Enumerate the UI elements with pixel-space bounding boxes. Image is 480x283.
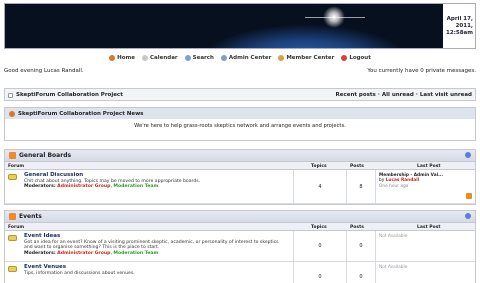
nav-admin-center[interactable]: Admin Center bbox=[220, 53, 272, 63]
forum-row: General Discussion Chit chat about anyth… bbox=[5, 170, 475, 204]
nav-label: Admin Center bbox=[228, 55, 272, 61]
board-link-icon bbox=[8, 92, 13, 98]
forum-last-post: Not Available bbox=[375, 262, 475, 283]
private-messages-link[interactable]: You currently have 0 private messages. bbox=[367, 68, 476, 74]
logout-icon bbox=[341, 55, 348, 61]
time-line: 12:58am bbox=[446, 30, 473, 36]
nav-member-center[interactable]: Member Center bbox=[278, 53, 334, 63]
category-general-boards: General Boards Forum Topics Posts Last P… bbox=[4, 149, 476, 205]
forum-description: Got an idea for an event? Know of a visi… bbox=[24, 239, 279, 251]
category-info-icon[interactable] bbox=[465, 152, 471, 158]
forum-read-icon bbox=[8, 266, 17, 272]
category-info-icon[interactable] bbox=[465, 213, 471, 219]
moderator-team-link[interactable]: Moderation Team bbox=[113, 184, 158, 189]
col-forum: Forum bbox=[8, 225, 25, 230]
moderator-team-link[interactable]: Moderation Team bbox=[113, 251, 158, 256]
nav-label: Member Center bbox=[286, 55, 335, 61]
moderators-label: Moderators: bbox=[24, 250, 56, 256]
forum-last-post: Not Available bbox=[375, 231, 475, 261]
forum-moderators: Moderators: Administrator Group, Moderat… bbox=[24, 251, 284, 257]
category-rss-icon[interactable] bbox=[9, 152, 16, 159]
header-date: April 17, 2011, 12:58am bbox=[439, 16, 473, 37]
forum-row: Event Venues Tips, information and discu… bbox=[5, 262, 475, 283]
moderator-admin-group-link[interactable]: Administrator Group bbox=[57, 184, 110, 189]
news-title: SkeptiForum Collaboration Project News bbox=[18, 110, 144, 117]
date-line: April 17, bbox=[446, 16, 473, 22]
moderator-admin-group-link[interactable]: Administrator Group bbox=[57, 251, 110, 256]
column-headers: Forum Topics Posts Last Post bbox=[5, 161, 475, 170]
admin-icon bbox=[220, 55, 227, 61]
separator: · bbox=[415, 92, 418, 98]
forum-posts-count: 0 bbox=[346, 262, 375, 283]
member-icon bbox=[278, 55, 285, 61]
col-posts: Posts bbox=[350, 225, 364, 230]
col-forum: Forum bbox=[8, 164, 25, 169]
nav-search[interactable]: Search bbox=[184, 53, 214, 63]
forum-moderators: Moderators: Administrator Group, Moderat… bbox=[24, 184, 284, 190]
forum-last-post: Membership - Admin Val... by Lucas Randa… bbox=[375, 170, 475, 203]
recent-posts-link[interactable]: Recent posts bbox=[335, 92, 375, 98]
forum-posts-count: 0 bbox=[346, 231, 375, 261]
col-topics: Topics bbox=[311, 225, 327, 230]
last-by-label: by bbox=[379, 178, 385, 184]
col-posts: Posts bbox=[350, 164, 364, 169]
last-visit-unread-link[interactable]: Last visit unread bbox=[420, 92, 472, 98]
news-header: SkeptiForum Collaboration Project News bbox=[5, 108, 475, 119]
nav-home[interactable]: Home bbox=[109, 53, 135, 63]
forum-read-icon bbox=[8, 174, 17, 180]
separator: · bbox=[377, 92, 380, 98]
nav-label: Search bbox=[192, 55, 214, 61]
forum-topics-count: 4 bbox=[293, 170, 346, 203]
news-body: We're here to help grass-roots skeptics … bbox=[134, 123, 346, 129]
all-unread-link[interactable]: All unread bbox=[382, 92, 414, 98]
last-post-author-link[interactable]: Lucas Randall bbox=[386, 178, 420, 183]
mod-separator: , bbox=[110, 250, 112, 256]
search-icon bbox=[184, 55, 191, 61]
forum-topics-count: 0 bbox=[293, 262, 346, 283]
mod-separator: , bbox=[110, 184, 112, 190]
forum-header: April 17, 2011, 12:58am bbox=[4, 3, 476, 49]
nav-label: Home bbox=[117, 55, 135, 61]
rss-icon[interactable] bbox=[466, 193, 472, 199]
forum-posts-count: 8 bbox=[346, 170, 375, 203]
board-title-link[interactable]: SkeptiForum Collaboration Project bbox=[16, 92, 123, 98]
news-icon bbox=[9, 110, 15, 117]
main-nav: Home Calendar Search Admin Center Member… bbox=[0, 53, 480, 63]
greeting-text: Good evening Lucas Randall. bbox=[4, 68, 84, 74]
project-bar: SkeptiForum Collaboration Project Recent… bbox=[4, 88, 476, 101]
col-last-post: Last Post bbox=[417, 225, 441, 230]
last-post-not-available: Not Available bbox=[379, 265, 408, 270]
nav-calendar[interactable]: Calendar bbox=[141, 53, 178, 63]
forum-row: Event Ideas Got an idea for an event? Kn… bbox=[5, 231, 475, 262]
category-title: Events bbox=[19, 213, 42, 220]
nav-logout[interactable]: Logout bbox=[341, 53, 371, 63]
col-topics: Topics bbox=[311, 164, 327, 169]
greeting-bar: Good evening Lucas Randall. You currentl… bbox=[4, 67, 476, 77]
nav-label: Logout bbox=[349, 55, 371, 61]
moderators-label: Moderators: bbox=[24, 184, 56, 190]
col-last-post: Last Post bbox=[417, 164, 441, 169]
category-rss-icon[interactable] bbox=[9, 213, 16, 220]
news-box: SkeptiForum Collaboration Project News W… bbox=[4, 107, 476, 141]
category-events: Events Forum Topics Posts Last Post Even… bbox=[4, 210, 476, 283]
date-line: 2011, bbox=[455, 23, 473, 29]
column-headers: Forum Topics Posts Last Post bbox=[5, 222, 475, 231]
category-header[interactable]: General Boards bbox=[5, 150, 475, 161]
category-title: General Boards bbox=[19, 152, 72, 159]
last-post-not-available: Not Available bbox=[379, 234, 408, 239]
forum-topics-count: 0 bbox=[293, 231, 346, 261]
forum-description: Tips, information and discussions about … bbox=[24, 270, 135, 276]
banner-sun-glow bbox=[323, 6, 345, 28]
home-icon bbox=[109, 55, 116, 61]
last-post-time: One hour ago bbox=[379, 183, 409, 189]
nav-label: Calendar bbox=[149, 55, 178, 61]
calendar-icon bbox=[141, 55, 148, 61]
category-header[interactable]: Events bbox=[5, 211, 475, 222]
forum-read-icon bbox=[8, 235, 17, 241]
header-banner bbox=[5, 4, 443, 48]
